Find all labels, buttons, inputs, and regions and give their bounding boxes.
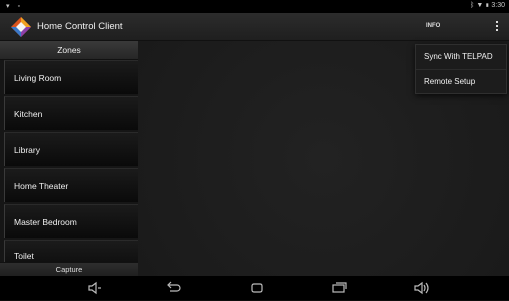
zones-sidebar: Zones Living Room Kitchen Library Home T… <box>0 41 138 276</box>
battery-icon: ▮ <box>485 2 490 9</box>
volume-up-icon[interactable] <box>413 280 431 296</box>
wifi-icon: ▼ <box>476 2 484 9</box>
status-time: 3:30 <box>491 2 505 9</box>
status-bar: ▾ ▫ ᛒ ▼ ▮ 3:30 <box>0 0 509 13</box>
more-vert-icon[interactable] <box>494 20 500 34</box>
signal-icon: ▾ <box>6 3 13 10</box>
recents-icon[interactable] <box>330 280 348 296</box>
zone-item-kitchen[interactable]: Kitchen <box>4 96 138 130</box>
image-icon: ▫ <box>17 3 23 10</box>
zone-item-living-room[interactable]: Living Room <box>4 60 138 94</box>
zone-item-library[interactable]: Library <box>4 132 138 166</box>
volume-down-icon[interactable] <box>86 280 104 296</box>
back-icon[interactable] <box>165 280 183 296</box>
app-logo-icon[interactable] <box>10 16 32 38</box>
status-left-icons: ▾ ▫ <box>6 2 23 10</box>
zone-item-home-theater[interactable]: Home Theater <box>4 168 138 202</box>
bluetooth-icon: ᛒ <box>470 2 475 9</box>
capture-button[interactable]: Capture <box>0 262 138 277</box>
menu-item-sync-with-telpad[interactable]: Sync With TELPAD <box>416 45 506 69</box>
home-icon[interactable] <box>248 280 266 296</box>
info-button[interactable]: INFO <box>426 23 440 29</box>
overflow-menu: Sync With TELPAD Remote Setup <box>415 44 507 94</box>
navigation-bar <box>0 276 509 300</box>
action-bar: Home Control Client INFO <box>0 13 509 41</box>
menu-item-remote-setup[interactable]: Remote Setup <box>416 69 506 94</box>
zones-header: Zones <box>0 41 138 60</box>
zone-item-master-bedroom[interactable]: Master Bedroom <box>4 204 138 238</box>
status-right: ᛒ ▼ ▮ 3:30 <box>470 2 505 9</box>
app-title: Home Control Client <box>37 21 123 32</box>
